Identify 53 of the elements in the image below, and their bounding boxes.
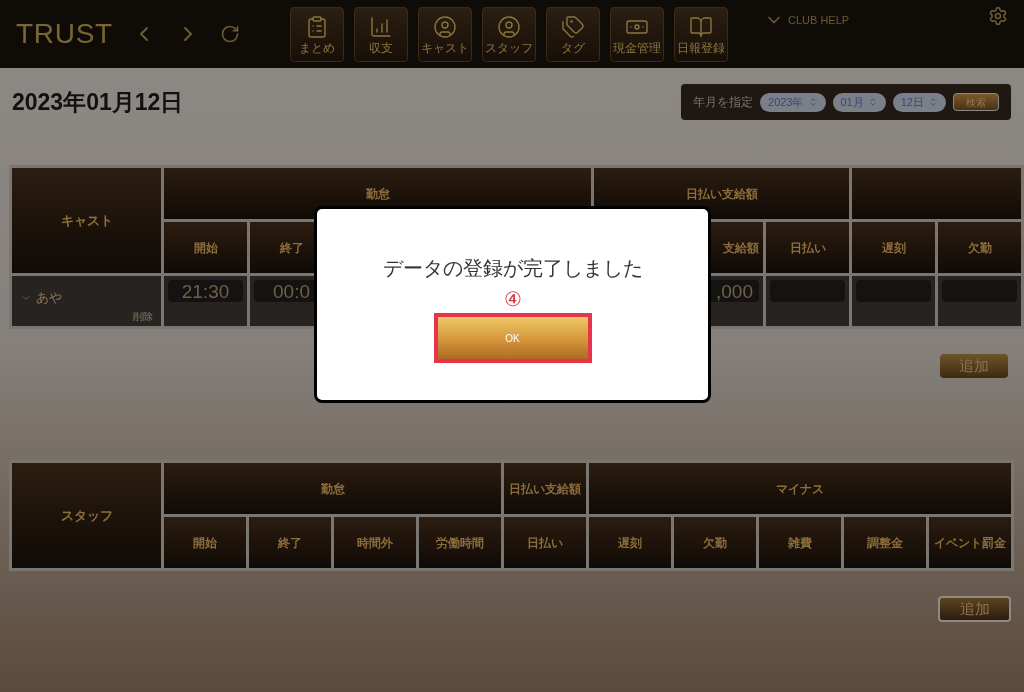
help-link[interactable]: CLUB HELP — [788, 11, 850, 29]
add-button[interactable]: 追加 — [940, 354, 1008, 378]
header-cell: 欠勤 — [938, 222, 1021, 273]
header-cell: 終了 — [249, 517, 331, 568]
book-icon — [689, 14, 713, 39]
toolbar-button[interactable]: スタッフ — [482, 6, 536, 62]
header-cell: 遅刻 — [852, 222, 935, 273]
header-cell: 時間外 — [334, 517, 416, 568]
clipboard-icon — [305, 14, 329, 39]
add-button[interactable]: 追加 — [938, 596, 1011, 622]
header-cell: 調整金 — [844, 517, 926, 568]
toolbar-button[interactable]: キャスト — [418, 6, 472, 62]
header-cell: 日払い — [504, 517, 586, 568]
search-button[interactable]: 検索 — [953, 93, 999, 111]
delete-link[interactable]: 削除 — [133, 312, 153, 322]
input-field[interactable]: 21:30 — [168, 280, 243, 302]
toolbar-button[interactable]: 日報登録 — [674, 6, 728, 62]
date-select[interactable]: 2023年 — [760, 92, 826, 112]
date-title: 2023年01月12日 — [12, 87, 184, 117]
dialog-message: データの登録が完了しました — [382, 256, 643, 281]
header-cell: 日払い — [766, 222, 849, 273]
toolbar-button[interactable]: 現金管理 — [610, 6, 664, 62]
bar-chart-icon — [369, 14, 393, 39]
header-cell: 遅刻 — [589, 517, 671, 568]
settings-icon[interactable] — [988, 6, 1008, 26]
select-arrow-icon — [928, 97, 938, 107]
toolbar-button[interactable]: タグ — [546, 6, 600, 62]
header-cell: キャスト — [12, 168, 161, 273]
header-cell: 開始 — [164, 222, 247, 273]
reload-icon[interactable] — [220, 24, 240, 44]
toolbar-button[interactable]: 収支 — [354, 6, 408, 62]
date-select[interactable]: 12日 — [892, 92, 946, 112]
select-arrow-icon — [867, 97, 878, 107]
header-cell: イベント罰金 — [929, 517, 1011, 568]
step-number: ④ — [503, 289, 522, 309]
header-cell: 雑費 — [759, 517, 841, 568]
ok-button[interactable]: OK — [433, 313, 592, 363]
header-cell: 労働時間 — [419, 517, 501, 568]
select-arrow-icon — [807, 97, 818, 107]
header-cell: 日払い支給額 — [504, 463, 586, 514]
date-select[interactable]: 01月 — [832, 92, 886, 112]
logo: TRUST — [16, 17, 112, 51]
header-cell: 勤怠 — [164, 463, 501, 514]
header-cell: 開始 — [164, 517, 246, 568]
cast-name: あや — [36, 289, 62, 307]
toolbar-button[interactable]: まとめ — [290, 6, 344, 62]
picker-label: 年月を指定 — [693, 94, 753, 111]
header-cell: スタッフ — [12, 463, 161, 568]
user-icon — [433, 14, 457, 39]
header-cell: マイナス — [589, 463, 1011, 514]
user-icon — [497, 14, 521, 39]
tag-icon — [561, 14, 585, 39]
header-cell: 欠勤 — [674, 517, 756, 568]
